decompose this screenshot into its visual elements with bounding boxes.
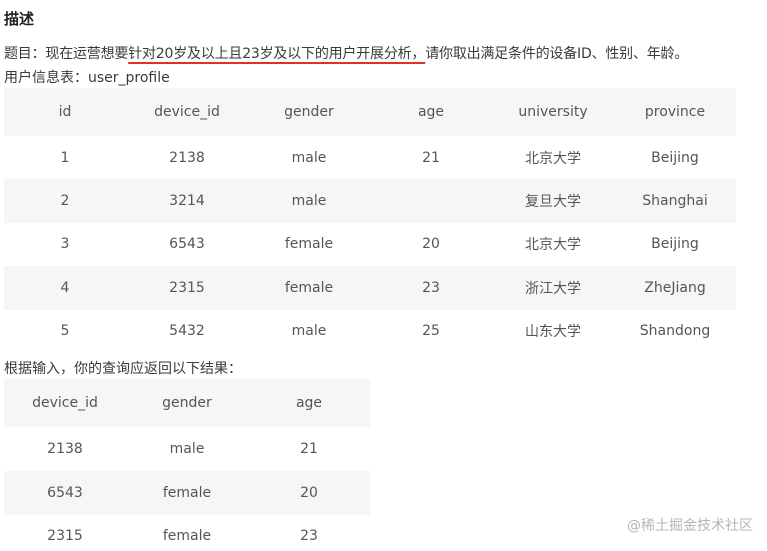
table-cell: 6543 [47, 484, 83, 501]
table-cell: ZheJiang [644, 279, 706, 296]
table-cell: female [162, 484, 212, 501]
column-header: gender [162, 395, 212, 411]
table-cell: 4 [60, 279, 70, 296]
table-cell: 2 [60, 193, 70, 210]
column-header: age [295, 395, 323, 411]
table-cell: 21 [422, 149, 440, 166]
table-cell: 5432 [169, 323, 205, 340]
table-cell [370, 179, 492, 222]
table-row: 5 5432 male 25 山东大学 Shandong [4, 309, 736, 353]
table-row: 6543 female 20 [4, 470, 370, 515]
expected-result-table: device_id gender age 2138 male 21 6543 f… [4, 379, 370, 551]
table-cell: 北京大学 [525, 237, 581, 254]
table-cell: male [291, 323, 327, 340]
column-header: device_id [32, 395, 98, 411]
column-header: age [417, 104, 445, 120]
table-cell: Beijing [651, 236, 699, 253]
table-row: 2138 male 21 [4, 427, 370, 471]
table-cell: Shanghai [642, 193, 708, 210]
table-cell: female [284, 236, 334, 253]
question-text: 题目：现在运营想要针对20岁及以上且23岁及以下的用户开展分析，请你取出满足条件… [4, 43, 688, 63]
watermark-text: @稀土掘金技术社区 [627, 518, 753, 534]
table-cell: 6543 [169, 236, 205, 253]
table-cell: Beijing [651, 149, 699, 166]
table-cell: 1 [60, 149, 70, 166]
problem-description-page: 描述 题目：现在运营想要针对20岁及以上且23岁及以下的用户开展分析，请你取出满… [0, 0, 767, 551]
table-header-row: device_id gender age [4, 379, 370, 427]
table-cell: male [291, 193, 327, 210]
table-row: 3 6543 female 20 北京大学 Beijing [4, 222, 736, 267]
section-heading: 描述 [4, 10, 35, 28]
table-cell: 2138 [47, 440, 83, 457]
table-cell: 23 [300, 528, 318, 545]
table-cell: 2315 [47, 528, 83, 545]
table-cell: 2138 [169, 149, 205, 166]
table-cell: 山东大学 [525, 324, 581, 341]
table-row: 2315 female 23 [4, 514, 370, 551]
table-cell: 3 [60, 236, 70, 253]
table-cell: male [169, 440, 205, 457]
table-row: 4 2315 female 23 浙江大学 ZheJiang [4, 266, 736, 310]
table-cell: male [291, 149, 327, 166]
table-row: 1 2138 male 21 北京大学 Beijing [4, 136, 736, 180]
user-table-caption: 用户信息表：user_profile [4, 70, 170, 86]
result-table-caption: 根据输入，你的查询应返回以下结果： [4, 361, 242, 377]
table-cell: female [162, 528, 212, 545]
table-cell: 20 [422, 236, 440, 253]
table-cell: 20 [300, 484, 318, 501]
column-header: province [644, 104, 706, 120]
table-cell: female [284, 279, 334, 296]
table-cell: 23 [422, 279, 440, 296]
column-header: gender [284, 104, 334, 120]
column-header: university [518, 104, 588, 120]
table-cell: 21 [300, 440, 318, 457]
table-cell: 复旦大学 [525, 194, 581, 211]
column-header: device_id [154, 104, 220, 120]
table-cell: 浙江大学 [525, 280, 581, 297]
table-row: 2 3214 male 复旦大学 Shanghai [4, 179, 736, 223]
table-cell: 2315 [169, 279, 205, 296]
table-cell: 北京大学 [525, 150, 581, 167]
column-header: id [58, 104, 72, 120]
table-cell: 5 [60, 323, 70, 340]
table-header-row: id device_id gender age university provi… [4, 88, 736, 136]
table-cell: Shandong [639, 323, 711, 340]
user-profile-table: id device_id gender age university provi… [4, 88, 736, 353]
table-cell: 3214 [169, 193, 205, 210]
table-cell: 25 [422, 323, 440, 340]
question-suffix: 请你取出满足条件的设备ID、性别、年龄。 [425, 46, 689, 62]
question-highlight: 针对20岁及以上且23岁及以下的用户开展分析， [128, 46, 426, 62]
question-prefix: 题目：现在运营想要 [4, 46, 129, 62]
